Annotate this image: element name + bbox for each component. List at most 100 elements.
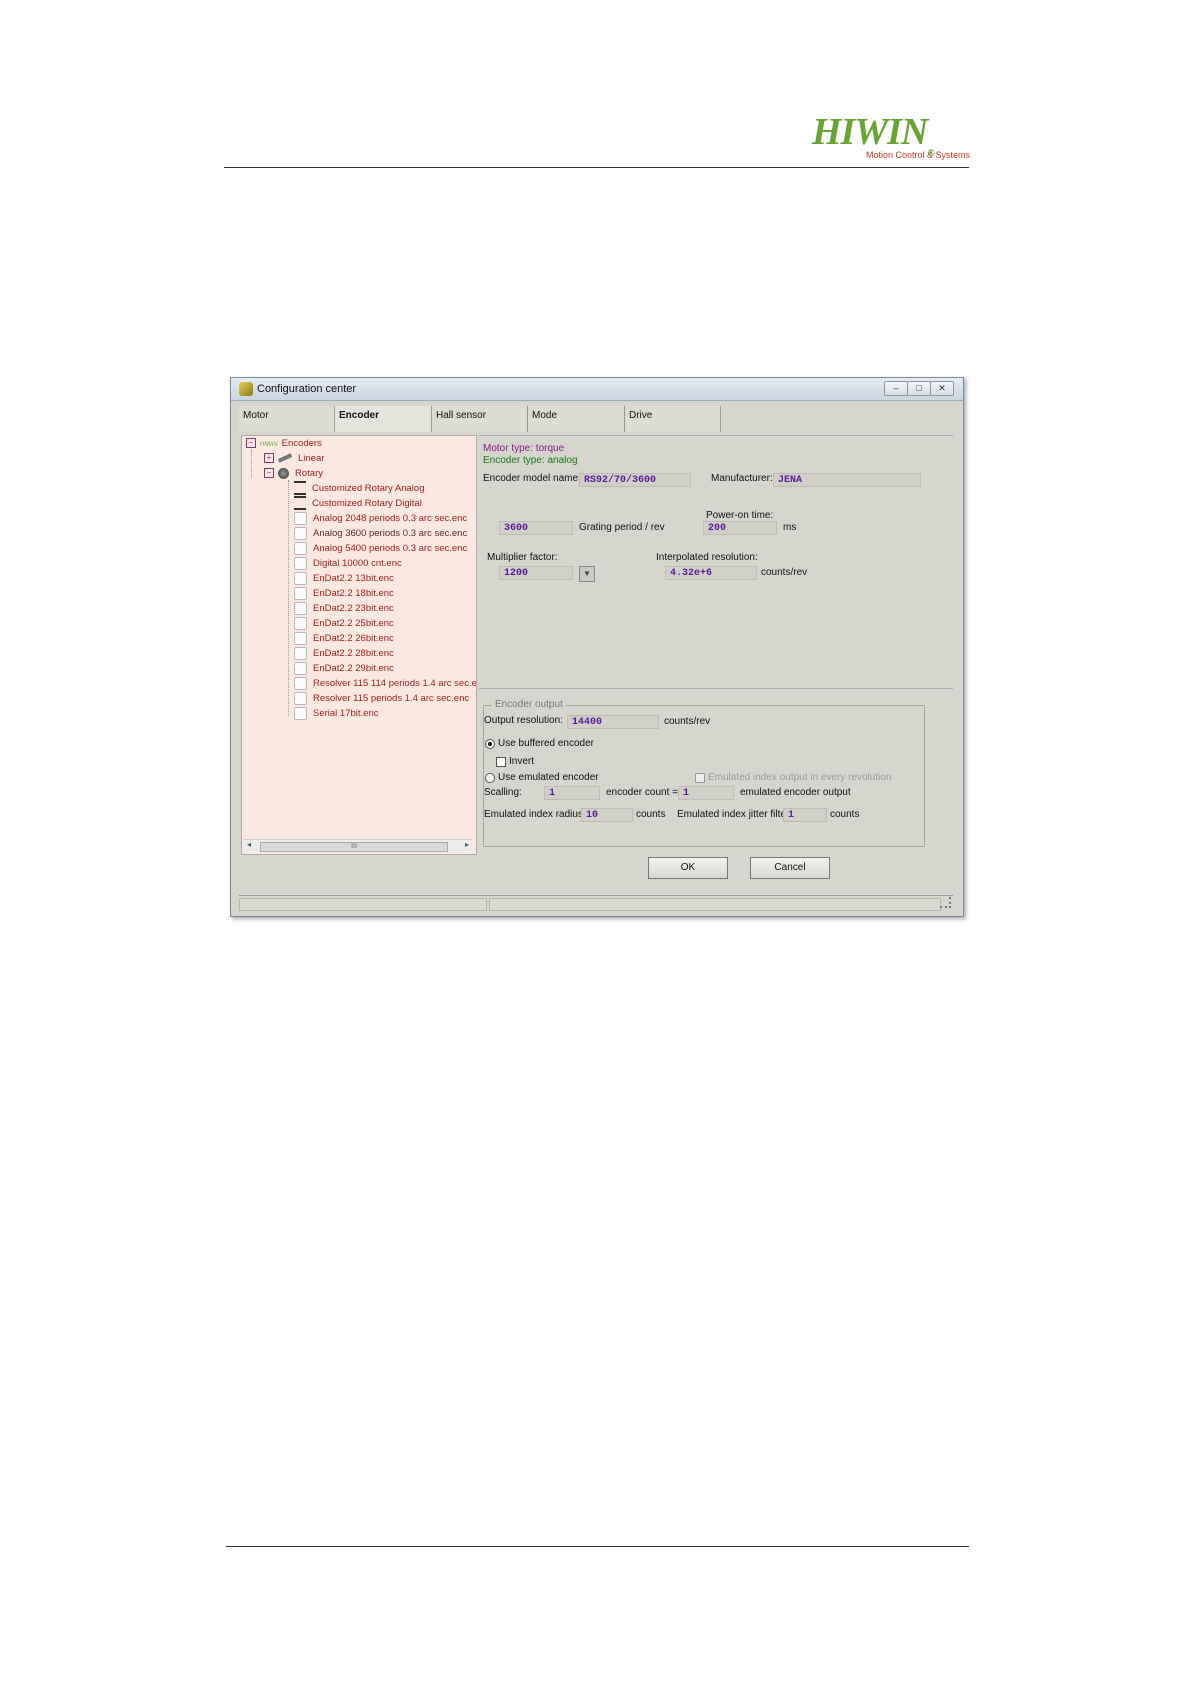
tab-hall-sensor[interactable]: Hall sensor bbox=[432, 406, 528, 432]
chevron-down-icon[interactable]: ▼ bbox=[579, 566, 595, 582]
custom-encoder-icon bbox=[294, 481, 306, 496]
tab-mode[interactable]: Mode bbox=[528, 406, 625, 432]
tab-bar: Motor Encoder Hall sensor Mode Drive bbox=[239, 406, 953, 432]
invert-label[interactable]: Invert bbox=[509, 756, 534, 767]
tree-item[interactable]: EnDat2.2 23bit.enc bbox=[294, 601, 394, 617]
power-on-unit: ms bbox=[783, 522, 797, 533]
encoder-type-label: Encoder type: analog bbox=[483, 455, 578, 466]
index-radius-label: Emulated index radius: bbox=[484, 809, 586, 820]
jitter-filter-field[interactable]: 1 bbox=[783, 808, 827, 822]
expand-icon[interactable]: + bbox=[264, 453, 274, 464]
manufacturer-field[interactable]: JENA bbox=[773, 473, 921, 487]
power-on-field[interactable]: 200 bbox=[703, 521, 777, 535]
index-radius-field[interactable]: 10 bbox=[581, 808, 633, 822]
emulated-index-label: Emulated index output in every revolutio… bbox=[708, 772, 892, 783]
tree-item[interactable]: Customized Rotary Analog bbox=[294, 481, 424, 497]
hiwin-mini-logo: HIWIN bbox=[260, 442, 278, 448]
rotary-encoder-icon bbox=[278, 467, 289, 479]
tree-item-selected[interactable]: Analog 3600 periods 0.3 arc sec.enc bbox=[294, 526, 467, 542]
tree-node-linear[interactable]: + Linear bbox=[264, 451, 324, 467]
multiplier-field[interactable]: 1200 bbox=[499, 566, 573, 580]
close-button[interactable]: ✕ bbox=[930, 381, 954, 396]
tree-item[interactable]: EnDat2.2 26bit.enc bbox=[294, 631, 394, 647]
encoder-output-title: Encoder output bbox=[492, 699, 566, 710]
invert-checkbox[interactable] bbox=[496, 757, 506, 767]
app-icon bbox=[239, 382, 253, 396]
index-radius-unit: counts bbox=[636, 809, 666, 820]
collapse-icon[interactable]: − bbox=[264, 468, 274, 479]
tree-item[interactable]: EnDat2.2 18bit.enc bbox=[294, 586, 394, 602]
interpolated-resolution-label: Interpolated resolution: bbox=[656, 552, 758, 563]
tab-motor[interactable]: Motor bbox=[239, 406, 335, 432]
custom-encoder-icon bbox=[294, 496, 306, 511]
file-icon bbox=[294, 706, 307, 720]
tree-node-rotary[interactable]: − Rotary bbox=[264, 466, 323, 482]
resize-grip-icon[interactable] bbox=[940, 897, 951, 908]
section-divider bbox=[479, 688, 953, 689]
scaling-label: Scalling: bbox=[484, 787, 522, 798]
interpolated-resolution-field: 4.32e+6 bbox=[665, 566, 757, 580]
tree-root-encoders[interactable]: − HIWIN Encoders bbox=[246, 436, 322, 452]
status-bar bbox=[239, 895, 953, 911]
file-icon bbox=[294, 541, 307, 555]
scroll-right-arrow-icon[interactable]: ▸ bbox=[465, 840, 469, 849]
scroll-left-arrow-icon[interactable]: ◂ bbox=[247, 840, 251, 849]
cancel-button[interactable]: Cancel bbox=[750, 857, 830, 879]
model-name-field[interactable]: RS92/70/3600 bbox=[579, 473, 691, 487]
jitter-filter-label: Emulated index jitter filter: bbox=[677, 809, 793, 820]
model-name-label: Encoder model name: bbox=[483, 473, 581, 484]
output-resolution-field: 14400 bbox=[567, 715, 659, 729]
title-bar[interactable]: Configuration center – □ ✕ bbox=[231, 378, 963, 401]
maximize-button[interactable]: □ bbox=[907, 381, 931, 396]
footer-rule bbox=[226, 1546, 969, 1547]
tree-item[interactable]: Digital 10000 cnt.enc bbox=[294, 556, 402, 572]
file-icon bbox=[294, 661, 307, 675]
grating-period-field[interactable]: 3600 bbox=[499, 521, 573, 535]
tree-horizontal-scrollbar[interactable]: ◂ III ▸ bbox=[244, 839, 472, 852]
file-icon bbox=[294, 586, 307, 600]
file-icon bbox=[294, 601, 307, 615]
tree-item[interactable]: EnDat2.2 13bit.enc bbox=[294, 571, 394, 587]
encoder-tree[interactable]: − HIWIN Encoders + Linear − Rotary Customize… bbox=[241, 435, 477, 855]
file-icon bbox=[294, 556, 307, 570]
file-icon bbox=[294, 676, 307, 690]
use-emulated-label[interactable]: Use emulated encoder bbox=[498, 772, 599, 783]
motor-type-label: Motor type: torque bbox=[483, 443, 565, 454]
file-icon bbox=[294, 631, 307, 645]
use-buffered-label[interactable]: Use buffered encoder bbox=[498, 738, 594, 749]
encoder-count-label: encoder count = bbox=[606, 787, 678, 798]
tab-drive[interactable]: Drive bbox=[625, 406, 721, 432]
file-icon bbox=[294, 526, 307, 540]
file-icon bbox=[294, 691, 307, 705]
scaling-field[interactable]: 1 bbox=[544, 786, 600, 800]
encoder-count-field[interactable]: 1 bbox=[678, 786, 734, 800]
output-resolution-label: Output resolution: bbox=[484, 715, 563, 726]
tab-encoder[interactable]: Encoder bbox=[335, 406, 432, 432]
tree-guide bbox=[288, 480, 289, 716]
emulated-output-label: emulated encoder output bbox=[740, 787, 851, 798]
tree-item[interactable]: EnDat2.2 25bit.enc bbox=[294, 616, 394, 632]
tree-item[interactable]: EnDat2.2 28bit.enc bbox=[294, 646, 394, 662]
use-buffered-radio[interactable] bbox=[485, 739, 495, 749]
tree-item[interactable]: Customized Rotary Digital bbox=[294, 496, 422, 512]
tree-item[interactable]: Analog 2048 periods 0.3 arc sec.enc bbox=[294, 511, 467, 527]
file-icon bbox=[294, 616, 307, 630]
tree-item[interactable]: Serial 17bit.enc bbox=[294, 706, 378, 722]
tree-item[interactable]: Resolver 115 114 periods 1.4 arc sec.e bbox=[294, 676, 476, 692]
panel-top-divider bbox=[479, 435, 953, 436]
scroll-thumb[interactable]: III bbox=[260, 842, 448, 852]
collapse-icon[interactable]: − bbox=[246, 438, 256, 449]
ok-button[interactable]: OK bbox=[648, 857, 728, 879]
tree-guide bbox=[251, 450, 252, 478]
jitter-filter-unit: counts bbox=[830, 809, 860, 820]
tree-item[interactable]: EnDat2.2 29bit.enc bbox=[294, 661, 394, 677]
power-on-label: Power-on time: bbox=[706, 510, 774, 521]
tree-item[interactable]: Analog 5400 periods 0.3 arc sec.enc bbox=[294, 541, 467, 557]
status-cell bbox=[489, 898, 941, 911]
tree-item[interactable]: Resolver 115 periods 1.4 arc sec.enc bbox=[294, 691, 469, 707]
minimize-button[interactable]: – bbox=[884, 381, 908, 396]
use-emulated-radio[interactable] bbox=[485, 773, 495, 783]
window-title: Configuration center bbox=[257, 383, 357, 395]
output-resolution-unit: counts/rev bbox=[664, 716, 711, 727]
emulated-index-checkbox[interactable] bbox=[695, 773, 705, 783]
